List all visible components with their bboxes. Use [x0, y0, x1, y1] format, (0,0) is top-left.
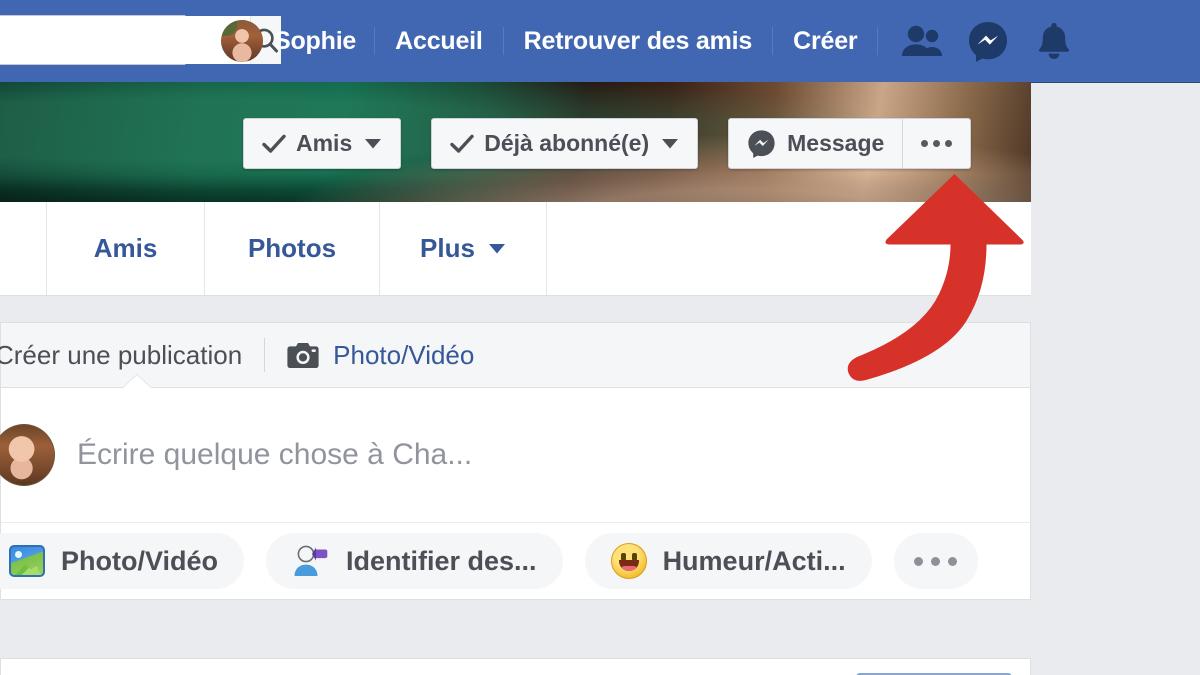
message-button-label: Message [787, 130, 885, 156]
top-nav-icon-group [894, 16, 1082, 66]
action-identifier-label: Identifier des... [346, 545, 537, 576]
nav-creer[interactable]: Créer [775, 17, 875, 65]
composer-placeholder: Écrire quelque chose à Cha... [77, 438, 473, 471]
composer-tab-divider [264, 338, 266, 372]
tab-plus-label: Plus [420, 233, 475, 263]
friend-requests-icon [902, 25, 943, 56]
tab-amis-label: Amis [93, 233, 158, 263]
friend-requests-button[interactable] [894, 16, 950, 66]
search-box[interactable] [0, 15, 281, 65]
nav-divider [877, 27, 879, 55]
action-identifier-des-amis[interactable]: Identifier des... [266, 533, 563, 589]
ellipsis-icon [931, 556, 941, 566]
tab-plus[interactable]: Plus [380, 202, 547, 295]
composer-tab-row: Créer une publication Photo/Vidéo [0, 323, 1030, 388]
notifications-bell-icon [1039, 23, 1070, 59]
composer-tab-publication-label: Créer une publication [0, 339, 243, 370]
smiley-icon [610, 543, 647, 579]
tab-amis[interactable]: Amis [47, 202, 205, 295]
ellipsis-icon [914, 556, 924, 566]
avatar [221, 20, 263, 62]
following-status-label: Déjà abonné(e) [484, 130, 650, 156]
tab-photos[interactable]: Photos [205, 202, 380, 295]
messenger-button[interactable] [960, 16, 1016, 66]
nav-profile-name: Sophie [274, 26, 357, 55]
composer-tab-publication[interactable]: Créer une publication [0, 340, 242, 371]
message-and-more-group: Message [728, 118, 972, 169]
nav-accueil[interactable]: Accueil [377, 17, 501, 65]
following-status-button[interactable]: Déjà abonné(e) [431, 118, 699, 169]
top-nav-links: Sophie Accueil Retrouver des amis Créer [205, 0, 1082, 82]
nav-divider [772, 27, 774, 55]
photo-icon [9, 545, 45, 577]
tab-photos-label: Photos [247, 233, 337, 263]
camera-icon [287, 342, 319, 368]
tag-person-icon [292, 544, 330, 578]
facebook-top-navigation-bar: Sophie Accueil Retrouver des amis Créer [0, 0, 1200, 83]
profile-tab-bar: s Amis Photos Plus [0, 202, 1031, 296]
nav-divider [502, 27, 504, 55]
action-photo-video-label: Photo/Vidéo [61, 545, 219, 576]
message-button[interactable]: Message [729, 119, 902, 168]
main-content-column: Créer une publication Photo/Vidéo Écrire… [0, 296, 1031, 675]
nav-divider [374, 27, 376, 55]
composer-action-row: Photo/Vidéo Identifier des... Humeur/Act… [0, 522, 1030, 599]
cover-photo-gradient [0, 174, 1031, 202]
chevron-down-icon [488, 243, 505, 253]
chevron-down-icon [365, 138, 382, 148]
nav-profile-link[interactable]: Sophie [205, 17, 372, 65]
ellipsis-icon [921, 140, 953, 147]
nav-retrouver-des-amis-label: Retrouver des amis [523, 26, 753, 55]
composer-tab-photo-video-label: Photo/Vidéo [333, 339, 475, 370]
notifications-button[interactable] [1026, 16, 1082, 66]
composer-active-pointer [123, 375, 151, 388]
messenger-icon [969, 22, 1008, 62]
more-options-button[interactable] [902, 119, 970, 168]
composer-input-row[interactable]: Écrire quelque chose à Cha... [0, 388, 1030, 522]
check-icon [262, 134, 286, 153]
screenshot-root: Sophie Accueil Retrouver des amis Créer [0, 0, 1200, 675]
nav-retrouver-des-amis[interactable]: Retrouver des amis [506, 17, 770, 65]
check-icon [450, 134, 474, 153]
tab-infos-cut[interactable]: s [0, 202, 47, 295]
tab-bar-filler [547, 202, 1031, 295]
composer-tab-photo-video[interactable]: Photo/Vidéo [287, 340, 474, 371]
nav-accueil-label: Accueil [395, 26, 483, 55]
post-composer-card: Créer une publication Photo/Vidéo Écrire… [0, 322, 1031, 600]
friends-status-button[interactable]: Amis [243, 118, 402, 169]
next-post-card-partial [0, 658, 1031, 675]
action-humeur-activite[interactable]: Humeur/Acti... [584, 533, 872, 589]
profile-action-buttons: Amis Déjà abonné(e) Message [243, 118, 972, 169]
composer-avatar [0, 424, 55, 486]
action-more[interactable] [893, 533, 978, 589]
action-humeur-label: Humeur/Acti... [662, 545, 846, 576]
action-photo-video[interactable]: Photo/Vidéo [0, 533, 245, 589]
ellipsis-icon [948, 556, 958, 566]
messenger-icon [748, 130, 775, 158]
chevron-down-icon [662, 138, 679, 148]
friends-status-label: Amis [296, 130, 353, 156]
nav-creer-label: Créer [793, 26, 858, 55]
